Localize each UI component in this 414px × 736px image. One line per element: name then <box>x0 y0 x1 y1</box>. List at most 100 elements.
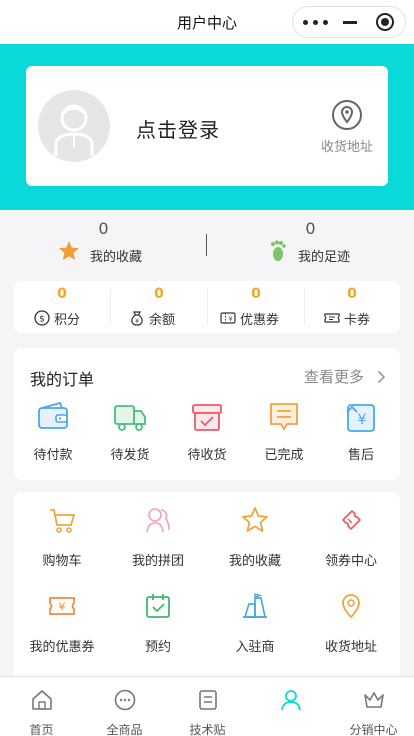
location-pin-icon[interactable] <box>331 99 363 131</box>
user-icon <box>281 690 301 711</box>
avatar-person-icon <box>54 104 94 156</box>
coupons-value: 0 <box>251 286 261 302</box>
tab-label: 技术贴 <box>189 723 226 736</box>
footprints-count: 0 <box>305 219 316 238</box>
wallet-icon <box>38 401 68 429</box>
more-dots-icon[interactable] <box>303 20 333 26</box>
navigation-bar: 用户中心 <box>0 0 414 44</box>
tab-home[interactable]: 首页 <box>0 677 83 736</box>
favorites-label: 我的收藏 <box>90 250 143 265</box>
close-target-icon[interactable] <box>376 13 394 31</box>
service-coupon-center[interactable]: 领券中心 <box>303 506 399 576</box>
service-label: 我的拼团 <box>131 554 184 569</box>
service-address[interactable]: 收货地址 <box>303 592 399 662</box>
order-pending-payment[interactable]: 待付款 <box>14 400 92 470</box>
balance-value: 0 <box>154 286 164 302</box>
svg-text:¥: ¥ <box>135 318 139 325</box>
completed-doc-icon <box>270 403 298 431</box>
stat-footprints[interactable]: 0 我的足迹 <box>207 210 414 272</box>
cards-label: 卡券 <box>344 313 371 328</box>
points-label: 积分 <box>54 313 81 328</box>
tab-articles[interactable]: 技术贴 <box>166 677 249 736</box>
ticket-icon <box>324 313 340 323</box>
home-icon <box>32 690 52 710</box>
coupons-label: 优惠券 <box>240 313 280 328</box>
footprint-icon <box>271 240 286 261</box>
order-pending-shipment[interactable]: 待发货 <box>91 400 169 470</box>
reserve-icon <box>146 594 170 618</box>
service-label: 我的收藏 <box>228 554 281 569</box>
cards-value: 0 <box>347 286 357 302</box>
cart-icon <box>50 509 76 533</box>
service-merchants[interactable]: 入驻商 <box>207 592 303 662</box>
tab-label: 全商品 <box>106 723 143 736</box>
svg-text:¥: ¥ <box>229 316 233 323</box>
service-label: 收货地址 <box>324 640 377 655</box>
coin-icon: $ <box>34 310 50 326</box>
svg-text:$: $ <box>39 315 45 325</box>
orders-card: 我的订单 查看更多 待付款 待发货 待收货 已完成 ¥ 售后 <box>14 348 400 480</box>
wallet-cards[interactable]: 0 卡券 <box>304 281 400 333</box>
orders-title: 我的订单 <box>30 370 95 389</box>
points-value: 0 <box>57 286 67 302</box>
service-label: 领券中心 <box>324 554 377 569</box>
coupon-center-icon <box>342 510 361 530</box>
wallet-balance[interactable]: 0 ¥ 余额 <box>111 281 207 333</box>
order-pending-receipt[interactable]: 待收货 <box>168 400 246 470</box>
wallet-card: 0 $ 积分 0 ¥ 余额 0 ¥ 优惠券 0 卡券 <box>14 281 400 333</box>
truck-icon <box>114 405 146 431</box>
tab-bar: 首页 全商品 技术贴 分销中心 <box>0 676 414 736</box>
tab-distribution[interactable]: 分销中心 <box>332 677 414 736</box>
service-my-coupons[interactable]: ¥ 我的优惠券 <box>14 592 110 662</box>
mini-program-capsule <box>292 6 406 38</box>
stat-favorites[interactable]: 0 我的收藏 <box>0 210 207 272</box>
my-coupon-icon: ¥ <box>49 597 75 615</box>
coupon-icon: ¥ <box>220 312 236 324</box>
group-icon <box>146 508 170 533</box>
tab-label: 分销中心 <box>349 723 398 736</box>
order-after-sales[interactable]: ¥ 售后 <box>322 400 400 470</box>
service-label: 入驻商 <box>235 640 275 655</box>
crown-icon <box>364 692 384 708</box>
money-bag-icon: ¥ <box>131 311 143 326</box>
tab-label: 首页 <box>29 723 54 736</box>
merchant-icon <box>243 593 267 618</box>
svg-text:¥: ¥ <box>358 412 367 428</box>
tab-all-goods[interactable]: 全商品 <box>83 677 166 736</box>
service-label: 购物车 <box>42 554 82 569</box>
wallet-coupons[interactable]: 0 ¥ 优惠券 <box>208 281 304 333</box>
service-cart[interactable]: 购物车 <box>14 506 110 576</box>
login-link[interactable]: 点击登录 <box>136 114 220 143</box>
chevron-right-icon[interactable] <box>377 370 386 384</box>
services-card: 购物车 我的拼团 我的收藏 领券中心 ¥ 我的优惠券 预约 入驻商 收货地址 <box>14 492 400 682</box>
star-icon <box>59 241 79 260</box>
service-label: 我的优惠券 <box>29 640 95 655</box>
order-label: 售后 <box>347 448 374 463</box>
favorites-count: 0 <box>98 219 109 238</box>
svg-text:¥: ¥ <box>59 601 66 614</box>
minimize-icon[interactable] <box>343 21 357 24</box>
order-label: 待发货 <box>110 448 150 463</box>
order-label: 已完成 <box>264 448 304 463</box>
order-label: 待收货 <box>187 448 227 463</box>
order-label: 待付款 <box>33 448 73 463</box>
article-icon <box>199 690 217 710</box>
avatar[interactable] <box>38 90 110 162</box>
order-completed[interactable]: 已完成 <box>245 400 323 470</box>
view-more-link[interactable]: 查看更多 <box>304 366 364 387</box>
stats-row: 0 我的收藏 0 我的足迹 <box>0 210 414 272</box>
profile-card: 点击登录 收货地址 <box>26 66 388 186</box>
footprints-label: 我的足迹 <box>298 250 351 265</box>
tab-user-center[interactable] <box>249 677 332 736</box>
service-label: 预约 <box>144 640 171 655</box>
location-icon <box>342 594 360 619</box>
service-group-buy[interactable]: 我的拼团 <box>110 506 206 576</box>
shipping-address-label[interactable]: 收货地址 <box>306 136 388 155</box>
service-favorites[interactable]: 我的收藏 <box>207 506 303 576</box>
all-goods-icon <box>114 689 136 711</box>
wallet-points[interactable]: 0 $ 积分 <box>14 281 110 333</box>
service-reservation[interactable]: 预约 <box>110 592 206 662</box>
after-sales-icon: ¥ <box>346 404 375 432</box>
receive-box-icon <box>192 404 222 431</box>
star-outline-icon <box>242 507 268 532</box>
